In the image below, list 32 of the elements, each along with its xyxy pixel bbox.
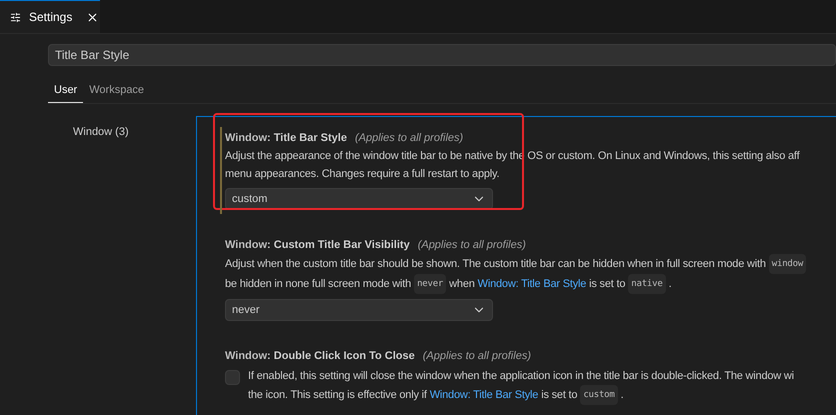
setting-link[interactable]: Window: Title Bar Style [478, 275, 586, 293]
description-text: . [620, 388, 624, 403]
description-text: Adjust when the custom title bar should be shown. The custom title bar can be hidden when in full screen mode with [225, 257, 766, 272]
description-text: is set to [541, 388, 578, 403]
description-text: menu appearances. Changes require a full restart to apply. [225, 167, 500, 182]
dropdown[interactable]: never [225, 299, 493, 321]
setting-title: Window: Custom Title Bar Visibility [225, 238, 410, 253]
description-text: is set to [589, 277, 626, 292]
description-text: If enabled, this setting will close the window when the application icon in the title bar is double-clicked. The window wi [248, 369, 794, 384]
inline-code: native [628, 274, 666, 294]
checkbox[interactable] [225, 370, 240, 385]
scope-note: (Applies to all profiles) [418, 238, 526, 253]
description-text: the icon. This setting is effective only if [248, 388, 427, 403]
close-icon[interactable] [86, 10, 100, 24]
dropdown[interactable]: custom [225, 188, 493, 210]
scope-tab[interactable]: User [48, 79, 84, 103]
editor-tab[interactable]: Settings [0, 0, 100, 33]
description-text: when [449, 277, 475, 292]
toc-item[interactable]: Window (3) [73, 124, 196, 140]
scope-note: (Applies to all profiles) [354, 131, 464, 146]
search-field[interactable]: Title Bar Style [48, 44, 836, 66]
inline-code: window [768, 254, 806, 274]
setting-link[interactable]: Window: Title Bar Style [430, 386, 538, 404]
sliders-icon [10, 12, 21, 22]
scope-tab[interactable]: Workspace [83, 79, 150, 103]
setting-title: Window: Double Click Icon To Close [225, 349, 415, 364]
inline-code: never [414, 274, 446, 294]
setting-title: Window: Title Bar Style [225, 131, 347, 146]
description-text: . [668, 277, 672, 292]
scope-note: (Applies to all profiles) [422, 349, 531, 364]
inline-code: custom [580, 385, 618, 405]
description-text: be hidden in none full screen mode with [225, 277, 412, 292]
